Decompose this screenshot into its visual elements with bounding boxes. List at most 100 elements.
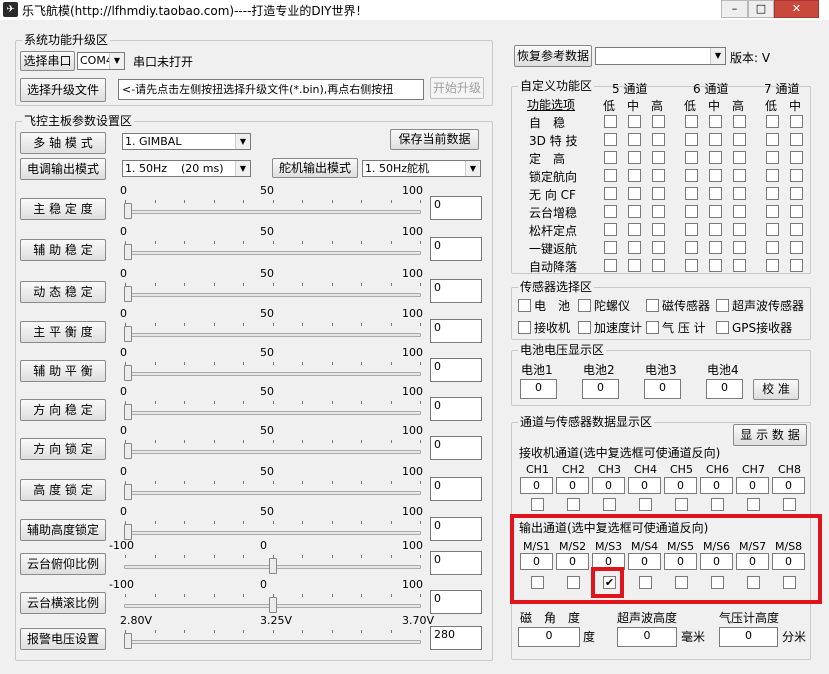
custom-function-checkbox[interactable] xyxy=(604,187,617,200)
rx-reverse-checkbox[interactable] xyxy=(603,498,616,511)
slider-label-button[interactable]: 主 平 衡 度 xyxy=(20,321,106,343)
rx-reverse-checkbox[interactable] xyxy=(531,498,544,511)
restore-select[interactable]: ▼ xyxy=(595,47,726,65)
custom-function-checkbox[interactable] xyxy=(733,241,746,254)
baro-height-field[interactable]: 0 xyxy=(719,627,778,647)
esc-output-select[interactable]: 1. 50Hz (20 ms) ▼ xyxy=(122,160,251,177)
slider-label-button[interactable]: 云台俯仰比例 xyxy=(20,553,106,575)
slider-value-field[interactable]: 0 xyxy=(430,319,482,343)
custom-function-checkbox[interactable] xyxy=(766,169,779,182)
custom-function-checkbox[interactable] xyxy=(604,115,617,128)
slider-value-field[interactable]: 0 xyxy=(430,551,482,575)
custom-function-checkbox[interactable] xyxy=(685,241,698,254)
sensor-checkbox[interactable] xyxy=(646,321,659,334)
sensor-checkbox[interactable] xyxy=(578,299,591,312)
rx-channel-value[interactable]: 0 xyxy=(664,477,697,494)
rx-reverse-checkbox[interactable] xyxy=(639,498,652,511)
custom-function-checkbox[interactable] xyxy=(628,133,641,146)
calibrate-button[interactable]: 校 准 xyxy=(753,379,799,400)
slider-value-field[interactable]: 0 xyxy=(430,477,482,501)
custom-function-checkbox[interactable] xyxy=(685,205,698,218)
slider-value-field[interactable]: 0 xyxy=(430,436,482,460)
slider-thumb[interactable] xyxy=(124,524,132,540)
rx-reverse-checkbox[interactable] xyxy=(567,498,580,511)
custom-function-checkbox[interactable] xyxy=(652,133,665,146)
slider-thumb[interactable] xyxy=(124,633,132,649)
custom-function-checkbox[interactable] xyxy=(709,259,722,272)
rx-reverse-checkbox[interactable] xyxy=(783,498,796,511)
custom-function-checkbox[interactable] xyxy=(628,187,641,200)
restore-defaults-button[interactable]: 恢复参考数据 xyxy=(514,45,592,67)
custom-function-checkbox[interactable] xyxy=(604,205,617,218)
port-select[interactable]: COM4 ▼ xyxy=(77,52,125,70)
custom-function-checkbox[interactable] xyxy=(628,115,641,128)
custom-function-checkbox[interactable] xyxy=(604,133,617,146)
battery-value-field[interactable]: 0 xyxy=(644,379,681,399)
rx-channel-value[interactable]: 0 xyxy=(592,477,625,494)
custom-function-checkbox[interactable] xyxy=(685,187,698,200)
rx-channel-value[interactable]: 0 xyxy=(556,477,589,494)
sensor-checkbox[interactable] xyxy=(518,321,531,334)
slider-value-field[interactable]: 0 xyxy=(430,237,482,261)
show-data-button[interactable]: 显 示 数 据 xyxy=(733,424,807,446)
custom-function-checkbox[interactable] xyxy=(652,259,665,272)
custom-function-checkbox[interactable] xyxy=(685,169,698,182)
slider-thumb[interactable] xyxy=(124,484,132,500)
custom-function-checkbox[interactable] xyxy=(652,241,665,254)
slider-thumb[interactable] xyxy=(124,404,132,420)
custom-function-checkbox[interactable] xyxy=(709,241,722,254)
slider-label-button[interactable]: 主 稳 定 度 xyxy=(20,198,106,220)
mag-angle-field[interactable]: 0 xyxy=(518,627,580,647)
custom-function-checkbox[interactable] xyxy=(790,205,803,218)
custom-function-checkbox[interactable] xyxy=(766,151,779,164)
custom-function-checkbox[interactable] xyxy=(790,187,803,200)
slider-thumb[interactable] xyxy=(124,244,132,260)
maximize-button[interactable]: □ xyxy=(748,0,774,18)
select-file-button[interactable]: 选择升级文件 xyxy=(20,78,106,102)
sensor-checkbox[interactable] xyxy=(646,299,659,312)
slider-value-field[interactable]: 0 xyxy=(430,517,482,541)
custom-function-checkbox[interactable] xyxy=(790,151,803,164)
custom-function-checkbox[interactable] xyxy=(685,133,698,146)
custom-function-checkbox[interactable] xyxy=(733,223,746,236)
sensor-checkbox[interactable] xyxy=(716,321,729,334)
custom-function-checkbox[interactable] xyxy=(685,223,698,236)
esc-output-mode-button[interactable]: 电调输出模式 xyxy=(20,158,106,180)
slider-thumb[interactable] xyxy=(124,203,132,219)
slider-value-field[interactable]: 0 xyxy=(430,279,482,303)
sensor-checkbox[interactable] xyxy=(578,321,591,334)
custom-function-checkbox[interactable] xyxy=(709,133,722,146)
custom-function-checkbox[interactable] xyxy=(709,151,722,164)
sensor-checkbox[interactable] xyxy=(716,299,729,312)
minimize-button[interactable]: – xyxy=(721,0,748,18)
custom-function-checkbox[interactable] xyxy=(652,223,665,236)
sensor-checkbox[interactable] xyxy=(518,299,531,312)
save-data-button[interactable]: 保存当前数据 xyxy=(390,129,479,150)
custom-function-checkbox[interactable] xyxy=(733,133,746,146)
custom-function-checkbox[interactable] xyxy=(766,223,779,236)
rx-channel-value[interactable]: 0 xyxy=(736,477,769,494)
custom-function-checkbox[interactable] xyxy=(733,151,746,164)
slider-value-field[interactable]: 0 xyxy=(430,358,482,382)
custom-function-checkbox[interactable] xyxy=(790,115,803,128)
slider-value-field[interactable]: 0 xyxy=(430,196,482,220)
custom-function-checkbox[interactable] xyxy=(733,259,746,272)
custom-function-checkbox[interactable] xyxy=(652,151,665,164)
custom-function-checkbox[interactable] xyxy=(709,115,722,128)
multi-axis-select[interactable]: 1. GIMBAL ▼ xyxy=(122,133,251,150)
custom-function-checkbox[interactable] xyxy=(652,205,665,218)
custom-function-checkbox[interactable] xyxy=(652,187,665,200)
close-button[interactable]: ✕ xyxy=(774,0,819,18)
custom-function-checkbox[interactable] xyxy=(766,241,779,254)
custom-function-checkbox[interactable] xyxy=(766,205,779,218)
custom-function-checkbox[interactable] xyxy=(766,133,779,146)
start-upgrade-button[interactable]: 开始升级 xyxy=(430,77,484,99)
custom-function-checkbox[interactable] xyxy=(628,241,641,254)
slider-label-button[interactable]: 动 态 稳 定 xyxy=(20,281,106,303)
battery-value-field[interactable]: 0 xyxy=(582,379,619,399)
custom-function-checkbox[interactable] xyxy=(685,259,698,272)
sonar-height-field[interactable]: 0 xyxy=(617,627,677,647)
custom-function-checkbox[interactable] xyxy=(766,115,779,128)
custom-function-checkbox[interactable] xyxy=(766,259,779,272)
custom-function-checkbox[interactable] xyxy=(628,223,641,236)
